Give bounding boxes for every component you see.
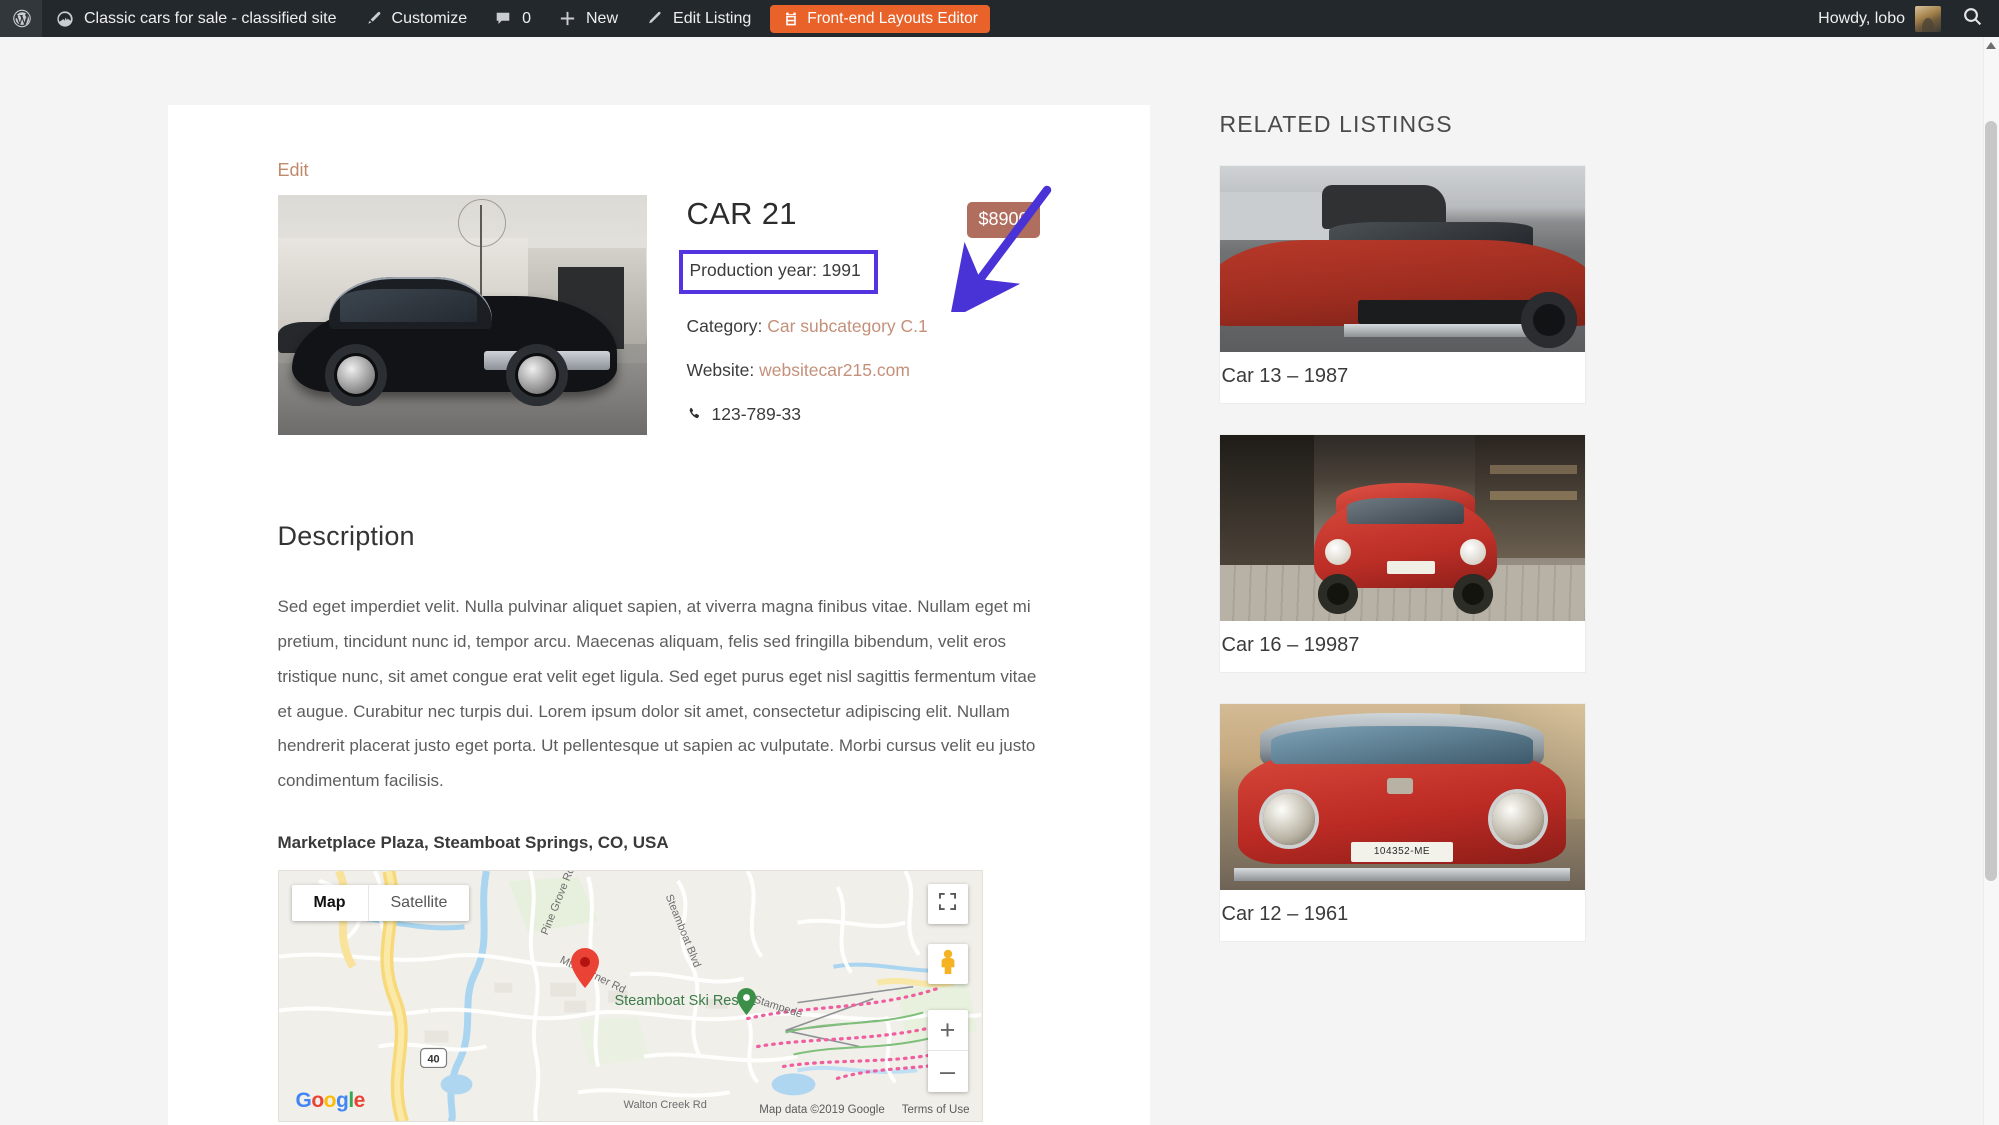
phone-handset-icon	[687, 406, 703, 422]
edit-listing-menu[interactable]: Edit Listing	[631, 0, 764, 37]
category-link[interactable]: Car subcategory C.1	[767, 316, 928, 336]
map-zoom-in-button[interactable]: +	[927, 1010, 968, 1052]
phone-row: 123-789-33	[687, 404, 1040, 425]
map-zoom-controls: + –	[927, 1010, 968, 1093]
wp-logo-menu[interactable]	[0, 0, 42, 37]
layout-editor-icon	[782, 10, 799, 27]
thumb-red-fiat-front[interactable]: 104352-ME	[1219, 704, 1585, 890]
frontend-layouts-editor-label: Front-end Layouts Editor	[807, 9, 978, 27]
website-row: Website: websitecar215.com	[687, 360, 1040, 382]
map-type-satellite-button[interactable]: Satellite	[367, 885, 470, 922]
list-item[interactable]: 104352-ME Car 12 – 1961	[1219, 704, 1585, 941]
thumb-red-muscle-car[interactable]	[1219, 166, 1585, 352]
description-heading: Description	[277, 521, 415, 551]
map-attribution: Map data ©2019 Google Terms of Use	[759, 1104, 969, 1116]
search-icon	[1961, 5, 1983, 27]
google-logo[interactable]: Google	[296, 1089, 366, 1113]
page-body: Edit CAR 21 $8900 Production year: 1991 …	[0, 37, 1999, 1125]
avatar	[1915, 5, 1941, 32]
page-viewport: Edit CAR 21 $8900 Production year: 1991 …	[0, 37, 1999, 1125]
listing-card: Edit CAR 21 $8900 Production year: 1991 …	[167, 105, 1150, 1125]
map-terms-of-use-link[interactable]: Terms of Use	[902, 1104, 970, 1116]
price-badge: $8900	[967, 202, 1040, 238]
listing-photo-black-coupe[interactable]	[277, 195, 647, 435]
scrollbar-thumb[interactable]	[1985, 121, 1997, 881]
map-zoom-out-button[interactable]: –	[928, 1051, 968, 1092]
map-street-view-button[interactable]	[927, 944, 968, 985]
list-item[interactable]: Car 13 – 1987	[1219, 166, 1585, 403]
map-road-label: Walton Creek Rd	[623, 1099, 707, 1112]
plus-icon	[557, 9, 577, 29]
new-content-label: New	[586, 9, 619, 27]
dashboard-icon	[55, 9, 75, 29]
adminbar-search-button[interactable]	[1953, 5, 1999, 32]
page-scrollbar[interactable]	[1983, 37, 1999, 1125]
comments-menu[interactable]: 0	[480, 0, 544, 37]
production-year-value: 1991	[821, 260, 861, 280]
comments-count: 0	[522, 9, 531, 27]
wordpress-logo-icon	[12, 9, 32, 29]
page-title: CAR 21	[686, 196, 797, 231]
edit-post-link[interactable]: Edit	[278, 160, 309, 181]
chevron-up-icon[interactable]	[1983, 37, 1999, 54]
thumb-license-plate: 104352-ME	[1350, 841, 1454, 863]
thumb-red-fiat-alley[interactable]	[1219, 435, 1585, 621]
list-item-label: Car 16 – 19987	[1221, 634, 1360, 656]
howdy-label: Howdy, lobo	[1818, 9, 1905, 27]
site-name-menu[interactable]: Classic cars for sale - classified site	[42, 0, 350, 37]
svg-text:40: 40	[427, 1054, 439, 1066]
list-item-label: Car 12 – 1961	[1221, 903, 1349, 925]
website-link[interactable]: websitecar215.com	[759, 360, 910, 380]
listing-address: Marketplace Plaza, Steamboat Springs, CO…	[277, 833, 669, 853]
map-marker-pin[interactable]	[570, 948, 599, 993]
content-columns: Edit CAR 21 $8900 Production year: 1991 …	[167, 105, 1832, 1125]
map-poi-pin[interactable]	[736, 988, 756, 1020]
listing-title-row: CAR 21 $8900	[687, 195, 1040, 238]
frontend-layouts-editor-button[interactable]: Front-end Layouts Editor	[770, 4, 990, 33]
map-fullscreen-button[interactable]	[927, 884, 968, 925]
production-year-row: Production year: 1991	[690, 260, 861, 282]
list-item-label: Car 13 – 1987	[1221, 365, 1349, 387]
site-name-label: Classic cars for sale - classified site	[84, 9, 337, 27]
listing-details: CAR 21 $8900 Production year: 1991 Categ…	[647, 195, 1040, 425]
my-account-menu[interactable]: Howdy, lobo	[1806, 5, 1953, 32]
website-label: Website:	[686, 359, 755, 380]
comment-bubble-icon	[493, 9, 513, 29]
description-body: Sed eget imperdiet velit. Nulla pulvinar…	[277, 597, 1037, 791]
category-row: Category: Car subcategory C.1	[687, 316, 1040, 338]
map-data-attribution: Map data ©2019 Google	[759, 1104, 885, 1117]
pencil-icon	[644, 9, 664, 29]
customize-label: Customize	[391, 9, 468, 27]
edit-listing-label: Edit Listing	[673, 9, 752, 27]
related-listings-heading: RELATED LISTINGS	[1219, 111, 1453, 137]
adminbar-right: Howdy, lobo	[1806, 5, 1999, 32]
sidebar: RELATED LISTINGS Car 13 – 1987 Car 16 – …	[1219, 105, 1830, 973]
fullscreen-icon	[939, 893, 956, 915]
street-view-pegman-icon	[937, 949, 959, 980]
new-content-menu[interactable]: New	[544, 0, 631, 37]
category-label: Category:	[686, 315, 763, 336]
map-poi-label: Steamboat Ski Resort	[614, 993, 756, 1010]
paintbrush-icon	[363, 9, 383, 29]
map-type-switcher: Map Satellite	[291, 885, 470, 922]
google-map[interactable]: 40 Pine Grove Rd Steamboat Blvd Mt. Wern…	[277, 870, 983, 1123]
listing-header: CAR 21 $8900 Production year: 1991 Categ…	[277, 195, 1040, 435]
customize-menu[interactable]: Customize	[350, 0, 481, 37]
phone-value: 123-789-33	[711, 403, 802, 424]
production-year-highlight: Production year: 1991	[678, 250, 878, 294]
map-type-map-button[interactable]: Map	[292, 885, 368, 921]
list-item[interactable]: Car 16 – 19987	[1219, 435, 1585, 672]
wp-admin-bar: Classic cars for sale - classified site …	[0, 0, 1999, 37]
production-year-label: Production year:	[689, 260, 817, 280]
